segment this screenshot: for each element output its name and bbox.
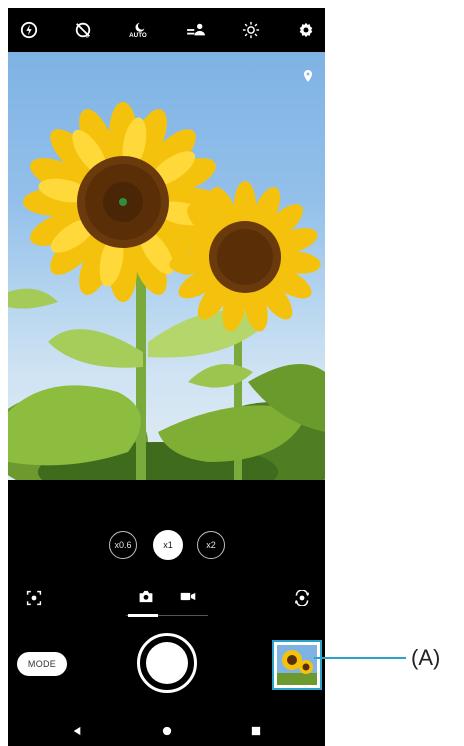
- flash-icon[interactable]: [18, 19, 40, 41]
- zoom-x0-6-button[interactable]: x0.6: [109, 531, 137, 559]
- video-icon: [180, 592, 196, 600]
- callout-label-a: (A): [411, 645, 441, 670]
- zoom-x1-button[interactable]: x1: [153, 530, 183, 560]
- callout-line: [314, 657, 406, 659]
- shutter-button[interactable]: [137, 633, 197, 693]
- capture-mode-row: [8, 582, 325, 618]
- camera-icon: [139, 590, 153, 602]
- viewfinder-image: [8, 70, 325, 480]
- location-icon: [303, 68, 313, 82]
- photo-mode-tab[interactable]: [134, 586, 158, 606]
- back-icon[interactable]: [70, 724, 84, 738]
- auto-mode-icon[interactable]: AUTO: [126, 19, 152, 41]
- zoom-selector: x0.6 x1 x2: [8, 530, 325, 560]
- mode-tab-indicator: [128, 614, 158, 617]
- switch-camera-icon[interactable]: [290, 586, 314, 610]
- zoom-x2-button[interactable]: x2: [197, 531, 225, 559]
- video-mode-tab[interactable]: [176, 586, 200, 606]
- recents-icon[interactable]: [249, 724, 263, 738]
- svg-text:AUTO: AUTO: [129, 32, 147, 39]
- settings-icon[interactable]: [295, 19, 317, 41]
- self-timer-icon[interactable]: x: [72, 19, 94, 41]
- home-icon[interactable]: [160, 724, 174, 738]
- thumbnail-image: [277, 645, 317, 685]
- mode-button[interactable]: MODE: [17, 652, 67, 676]
- svg-text:x: x: [86, 34, 89, 39]
- top-toolbar: x AUTO: [8, 8, 325, 52]
- camera-app-screen: x AUTO x0.6 x1 x2 MODE: [8, 8, 325, 746]
- brightness-icon[interactable]: [240, 19, 262, 41]
- system-navigation-bar: [8, 716, 325, 746]
- shutter-inner: [146, 642, 188, 684]
- bokeh-icon[interactable]: [184, 19, 210, 41]
- camera-viewfinder[interactable]: [8, 52, 325, 480]
- last-photo-thumbnail[interactable]: [272, 640, 322, 690]
- focus-lens-icon[interactable]: [22, 586, 46, 610]
